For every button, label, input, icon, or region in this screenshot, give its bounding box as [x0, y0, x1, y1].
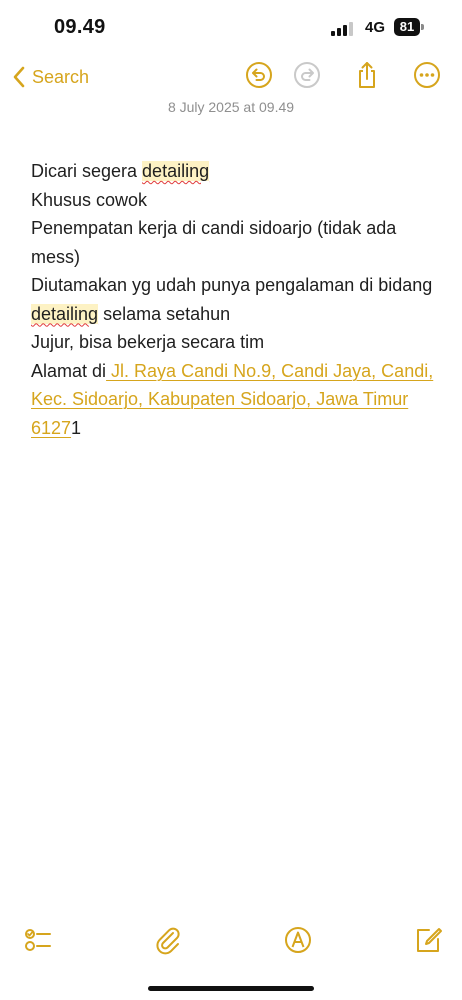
misspelled-word: detailing	[31, 303, 99, 324]
more-button[interactable]	[412, 60, 442, 90]
checklist-button[interactable]	[22, 924, 54, 956]
status-bar: 09.49 4G 81	[0, 0, 462, 56]
compose-icon	[417, 928, 442, 952]
paperclip-icon	[156, 927, 180, 955]
network-type: 4G	[365, 19, 386, 36]
note-line: Penempatan kerja di candi sidoarjo (tida…	[31, 218, 397, 267]
redo-icon	[294, 62, 320, 88]
note-body[interactable]: Dicari segera detailing Khusus cowok Pen…	[31, 157, 441, 442]
battery-tip	[421, 24, 424, 30]
signal-icon	[331, 22, 355, 36]
status-time: 09.49	[54, 16, 106, 38]
navigation-bar: Search	[0, 56, 462, 96]
attachment-button[interactable]	[152, 924, 184, 956]
redo-button[interactable]	[292, 60, 322, 90]
share-icon	[359, 62, 375, 88]
undo-icon	[246, 62, 272, 88]
compose-button[interactable]	[412, 924, 444, 956]
markup-button[interactable]	[282, 924, 314, 956]
note-line: Alamat di Jl. Raya Candi No.9, Candi Jay…	[31, 360, 434, 438]
undo-button[interactable]	[244, 60, 274, 90]
note-date: 8 July 2025 at 09.49	[167, 99, 295, 115]
pen-tip-icon	[285, 927, 311, 953]
battery-icon: 81	[394, 18, 420, 36]
note-line: Jujur, bisa bekerja secara tim	[31, 332, 265, 352]
misspelled-word: detailing	[142, 161, 210, 181]
note-line: Dicari segera detailing	[31, 161, 210, 181]
note-line: Khusus cowok	[31, 189, 148, 210]
back-button[interactable]: Search	[12, 62, 89, 92]
back-label: Search	[32, 66, 90, 87]
checklist-icon	[25, 929, 51, 951]
share-button[interactable]	[352, 60, 382, 90]
home-indicator[interactable]	[148, 986, 314, 991]
chevron-left-icon	[13, 66, 25, 88]
note-line: Diutamakan yg udah punya pengalaman di b…	[31, 275, 433, 324]
bottom-toolbar	[0, 924, 462, 956]
more-icon	[414, 62, 440, 88]
